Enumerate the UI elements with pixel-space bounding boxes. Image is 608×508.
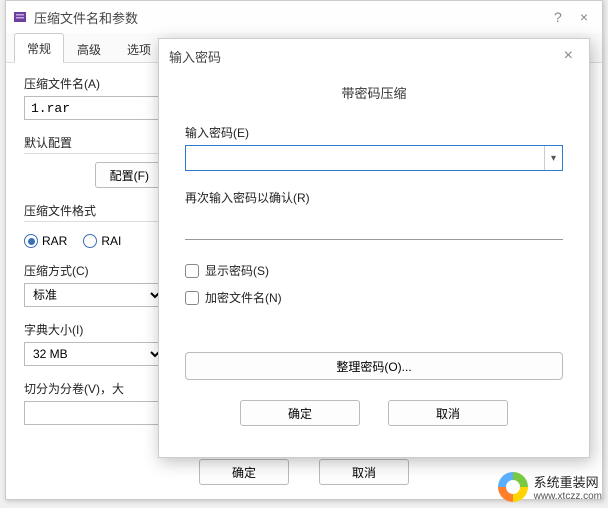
watermark-logo-icon (498, 472, 528, 502)
chevron-down-icon: ▾ (544, 146, 562, 170)
password-heading: 带密码压缩 (159, 73, 589, 124)
checkbox-box-icon (185, 291, 199, 305)
archive-name-label: 压缩文件名(A) (24, 75, 164, 92)
format-rar-radio[interactable]: RAR (24, 234, 67, 248)
enter-password-combo[interactable]: ▾ (185, 145, 563, 171)
confirm-password-input[interactable] (185, 216, 563, 240)
watermark-url: www.xtczz.com (534, 491, 602, 502)
format-rar5-radio[interactable]: RAI (83, 234, 121, 248)
main-title: 压缩文件名和参数 (34, 8, 138, 27)
encrypt-names-label: 加密文件名(N) (205, 289, 282, 306)
radio-dot-icon (24, 234, 38, 248)
main-titlebar: 压缩文件名和参数 ? × (6, 1, 602, 33)
encrypt-names-checkbox[interactable]: 加密文件名(N) (185, 289, 563, 306)
tab-advanced[interactable]: 高级 (64, 34, 114, 63)
show-password-label: 显示密码(S) (205, 262, 269, 279)
confirm-password-label: 再次输入密码以确认(R) (185, 189, 563, 206)
password-titlebar: 输入密码 × (159, 39, 589, 73)
radio-dot-icon (83, 234, 97, 248)
profile-label: 默认配置 (24, 136, 72, 150)
watermark-text: 系统重装网 www.xtczz.com (534, 472, 602, 502)
profile-button[interactable]: 配置(F) (95, 162, 164, 188)
volume-label: 切分为分卷(V)，大 (24, 380, 164, 397)
dict-select[interactable]: 32 MB (24, 342, 164, 366)
organize-passwords-button[interactable]: 整理密码(O)... (185, 352, 563, 380)
password-cancel-button[interactable]: 取消 (388, 400, 508, 426)
enter-password-label: 输入密码(E) (185, 124, 563, 141)
format-rar-label: RAR (42, 234, 67, 248)
password-ok-button[interactable]: 确定 (240, 400, 360, 426)
watermark: 系统重装网 www.xtczz.com (498, 472, 602, 502)
password-close-button[interactable]: × (558, 47, 579, 65)
format-label: 压缩文件格式 (24, 204, 96, 218)
archive-name-input[interactable] (24, 96, 164, 120)
main-close-button[interactable]: × (580, 9, 588, 25)
volume-input[interactable] (24, 401, 164, 425)
method-select[interactable]: 标准 (24, 283, 164, 307)
tab-general[interactable]: 常规 (14, 33, 64, 63)
main-ok-button[interactable]: 确定 (199, 459, 289, 485)
method-label: 压缩方式(C) (24, 262, 164, 279)
dict-label: 字典大小(I) (24, 321, 164, 338)
password-title: 输入密码 (169, 47, 221, 66)
main-cancel-button[interactable]: 取消 (319, 459, 409, 485)
tab-options[interactable]: 选项 (114, 34, 164, 63)
watermark-name: 系统重装网 (534, 475, 599, 490)
show-password-checkbox[interactable]: 显示密码(S) (185, 262, 563, 279)
password-body: 输入密码(E) ▾ 再次输入密码以确认(R) 显示密码(S) 加密文件名(N) … (159, 124, 589, 380)
password-dialog: 输入密码 × 带密码压缩 输入密码(E) ▾ 再次输入密码以确认(R) 显示密码… (158, 38, 590, 458)
format-rar5-label: RAI (101, 234, 121, 248)
checkbox-box-icon (185, 264, 199, 278)
password-button-row: 确定 取消 (159, 380, 589, 440)
help-button[interactable]: ? (554, 9, 562, 25)
app-icon (12, 9, 28, 25)
